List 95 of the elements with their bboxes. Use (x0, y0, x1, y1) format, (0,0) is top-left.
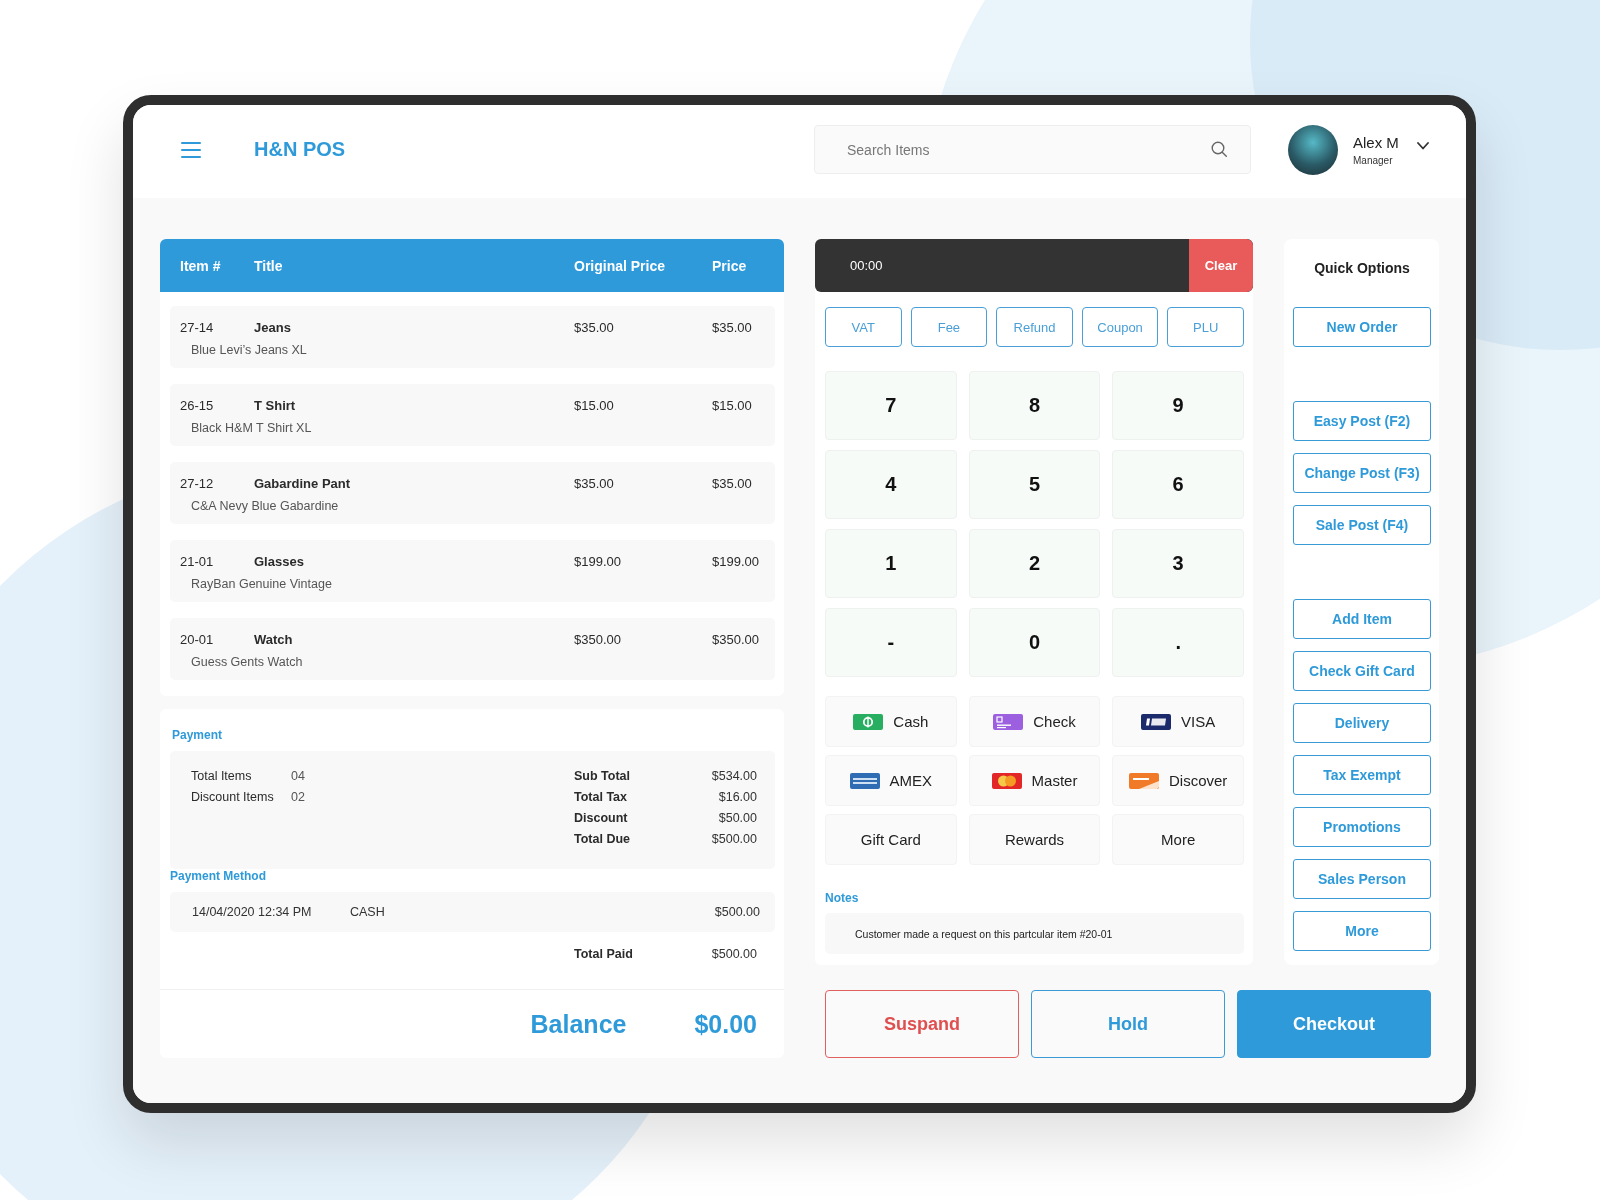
keypad-key[interactable]: . (1112, 608, 1244, 677)
keypad-key[interactable]: 7 (825, 371, 957, 440)
column-header: Original Price (574, 257, 666, 274)
count-value: 04 (291, 768, 305, 783)
item-title: Jeans (254, 320, 291, 336)
tender-button[interactable]: Check (968, 696, 1101, 747)
original-price: $35.00 (574, 320, 614, 336)
keypad-key[interactable]: 1 (825, 529, 957, 598)
tender-button[interactable]: VISA (1112, 696, 1244, 747)
tender-button[interactable]: More (1112, 814, 1244, 865)
item-number: 20-01 (180, 632, 214, 648)
item-description: C&A Nevy Blue Gabardine (191, 498, 339, 514)
user-role: Manager (1353, 154, 1394, 166)
app-logo: H&N POS (254, 138, 346, 161)
keypad-key[interactable]: 4 (825, 450, 957, 519)
panel-title: Quick Options (1314, 259, 1410, 277)
balance-value: $0.00 (694, 1009, 757, 1039)
item-title: Glasses (254, 554, 304, 570)
display-value: 00:00 (850, 258, 883, 273)
keypad-key[interactable]: 5 (968, 450, 1101, 519)
action-button[interactable]: Suspand (825, 990, 1019, 1058)
keypad-key[interactable]: - (825, 608, 957, 677)
tender-button[interactable]: Cash (825, 696, 957, 747)
payment-type: CASH (350, 905, 385, 919)
total-label: Sub Total (574, 768, 630, 783)
column-header: Price (712, 257, 747, 274)
item-title: T Shirt (254, 398, 296, 414)
total-value: $50.00 (718, 810, 757, 825)
original-price: $35.00 (574, 476, 614, 492)
total-label: Total Due (574, 831, 631, 846)
total-value: $500.00 (711, 831, 757, 846)
id-card-icon (993, 713, 1024, 730)
section-title: Payment Method (170, 869, 266, 883)
item-price: $15.00 (712, 398, 752, 414)
notes-text: Customer made a request on this partcular item #20-01 (825, 913, 1244, 954)
item-price: $350.00 (712, 632, 759, 648)
item-title: Watch (254, 632, 293, 648)
keypad-key[interactable]: 6 (1112, 450, 1244, 519)
item-price: $35.00 (712, 476, 752, 492)
balance-label: Balance (530, 1009, 627, 1039)
menu-icon[interactable] (181, 141, 201, 158)
total-value: $534.00 (711, 768, 757, 783)
search-field[interactable]: Search Items (814, 125, 1251, 174)
column-header: Item # (180, 257, 221, 274)
count-label: Total Items (191, 768, 253, 783)
count-label: Discount Items (191, 789, 275, 804)
payment-date: 14/04/2020 12:34 PM (192, 905, 313, 919)
chevron-down-icon[interactable] (1417, 141, 1429, 150)
section-title: Payment (172, 727, 223, 743)
total-value: $16.00 (718, 789, 757, 804)
card-logo-icon (1129, 772, 1159, 789)
card-logo-icon (1141, 713, 1172, 730)
item-description: Black H&M T Shirt XL (191, 420, 312, 436)
item-number: 21-01 (180, 554, 214, 570)
item-description: RayBan Genuine Vintage (191, 576, 332, 592)
item-number: 26-15 (180, 398, 214, 414)
item-number: 27-14 (180, 320, 214, 336)
banknote-icon (853, 713, 884, 730)
keypad-key[interactable]: 9 (1112, 371, 1244, 440)
total-value: $500.00 (711, 947, 757, 961)
original-price: $350.00 (574, 632, 621, 648)
circles-card-icon (991, 772, 1022, 789)
tender-button[interactable]: Discover (1112, 755, 1244, 806)
tender-button[interactable]: Gift Card (825, 814, 957, 865)
user-name: Alex M (1353, 133, 1400, 151)
tender-button[interactable]: Master (968, 755, 1101, 806)
original-price: $199.00 (574, 554, 621, 570)
keypad-key[interactable]: 0 (968, 608, 1101, 677)
original-price: $15.00 (574, 398, 614, 414)
order-row[interactable]: 20-01 Watch $350.00 $350.00 Guess Gents Watch (170, 618, 775, 680)
payment-amount: $500.00 (714, 905, 760, 919)
keypad-key[interactable]: 3 (1112, 529, 1244, 598)
order-row[interactable]: 21-01 Glasses $199.00 $199.00 RayBan Genuine Vintage (170, 540, 775, 602)
keypad-key[interactable]: 2 (968, 529, 1101, 598)
item-description: Blue Levi’s Jeans XL (191, 342, 307, 358)
total-label: Total Tax (574, 789, 627, 804)
tender-button[interactable]: AMEX (825, 755, 957, 806)
section-title: Notes (825, 891, 859, 905)
tender-button[interactable]: Rewards (968, 814, 1101, 865)
column-header: Title (254, 257, 283, 274)
item-description: Guess Gents Watch (191, 654, 303, 670)
item-price: $199.00 (712, 554, 759, 570)
item-price: $35.00 (712, 320, 752, 336)
item-number: 27-12 (180, 476, 214, 492)
order-row[interactable]: 27-12 Gabardine Pant $35.00 $35.00 C&A Nevy Blue Gabardine (170, 462, 775, 524)
order-row[interactable]: 27-14 Jeans $35.00 $35.00 Blue Levi’s Jeans XL (170, 306, 775, 368)
total-label: Total Paid (574, 947, 633, 961)
avatar[interactable] (1288, 124, 1338, 175)
search-icon[interactable] (1211, 141, 1227, 157)
order-row[interactable]: 26-15 T Shirt $15.00 $15.00 Black H&M T Shirt XL (170, 384, 775, 446)
total-label: Discount (574, 810, 628, 825)
card-logo-icon (849, 772, 880, 789)
item-title: Gabardine Pant (254, 476, 351, 492)
keypad-key[interactable]: 8 (968, 371, 1101, 440)
count-value: 02 (291, 789, 305, 804)
